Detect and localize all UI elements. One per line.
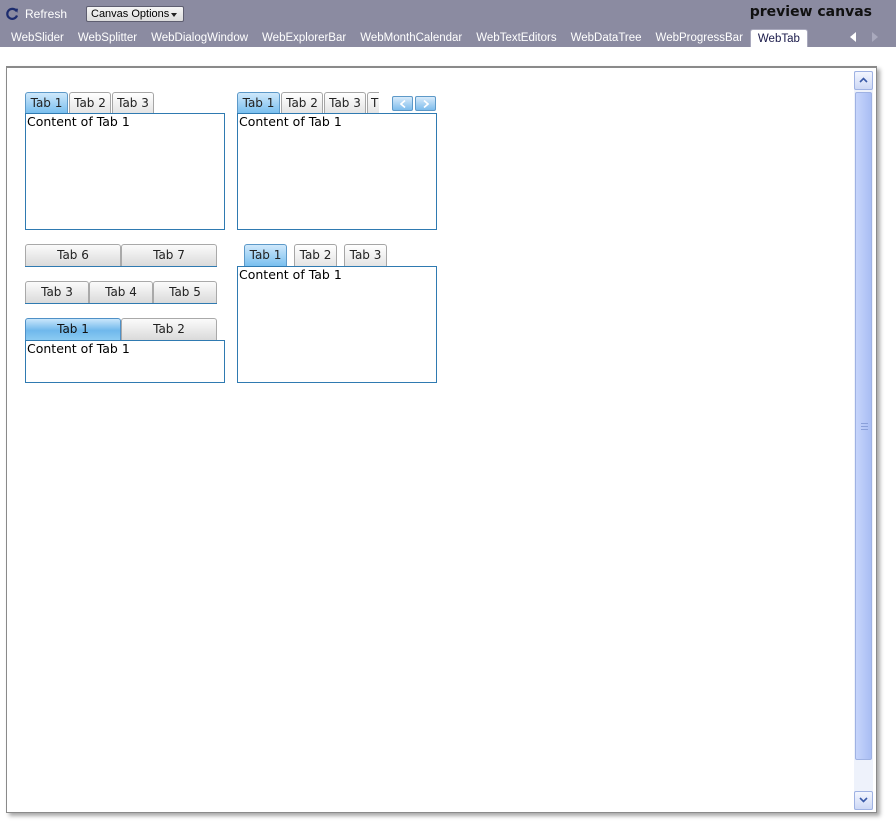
scroll-up-button[interactable] [854, 71, 873, 90]
tab-1[interactable]: Tab 1 [244, 244, 287, 266]
tab-control-multirow: Tab 6 Tab 7 Tab 3 Tab 4 Tab 5 Tab 1 Tab … [25, 244, 226, 384]
tab-scroll-right-button[interactable] [415, 96, 436, 111]
tab-panel: Content of Tab 1 [237, 266, 437, 383]
canvas-options-label: Canvas Options [91, 8, 170, 20]
canvas-options-dropdown[interactable]: Canvas Options [86, 6, 184, 22]
nav-items: WebSlider WebSplitter WebDialogWindow WebEx… [4, 29, 808, 47]
tab-control-spaced: Tab 1 Tab 2 Tab 3 Content of Tab 1 [237, 244, 438, 384]
nav-item-webexplorerbar[interactable]: WebExplorerBar [255, 29, 353, 47]
scroll-thumb[interactable] [855, 92, 872, 760]
nav-item-webtab[interactable]: WebTab [749, 29, 808, 47]
tab-content: Content of Tab 1 [239, 114, 342, 129]
tab-2[interactable]: Tab 2 [69, 92, 111, 113]
nav-item-webdialogwindow[interactable]: WebDialogWindow [144, 29, 255, 47]
tab-2[interactable]: Tab 2 [294, 244, 337, 266]
component-nav: WebSlider WebSplitter WebDialogWindow WebEx… [0, 29, 896, 47]
refresh-button[interactable]: Refresh [5, 5, 67, 23]
tab-4[interactable]: Tab 4 [89, 281, 153, 303]
tab-3[interactable]: Tab 3 [324, 92, 366, 113]
tab-3[interactable]: Tab 3 [344, 244, 387, 266]
nav-item-webtexteditors[interactable]: WebTextEditors [469, 29, 563, 47]
tab-content: Content of Tab 1 [239, 267, 342, 282]
app-window: Refresh Canvas Options preview canvas We… [0, 0, 896, 834]
nav-scroll-left-icon[interactable] [850, 32, 856, 42]
nav-item-webdatatree[interactable]: WebDataTree [564, 29, 649, 47]
tab-scroll-left-button[interactable] [392, 96, 413, 111]
tab-5[interactable]: Tab 5 [153, 281, 217, 303]
tab-1[interactable]: Tab 1 [25, 318, 121, 340]
preview-canvas: Tab 1 Tab 2 Tab 3 Content of Tab 1 Tab 1… [6, 66, 877, 813]
nav-item-webslider[interactable]: WebSlider [4, 29, 71, 47]
tab-panel: Content of Tab 1 [237, 113, 437, 230]
tab-2[interactable]: Tab 2 [281, 92, 323, 113]
tab-scroll-buttons [392, 96, 436, 111]
nav-item-webprogressbar[interactable]: WebProgressBar [649, 29, 750, 47]
tab-panel: Content of Tab 1 [25, 113, 225, 230]
grip-icon [861, 423, 868, 430]
tab-3[interactable]: Tab 3 [25, 281, 89, 303]
tab-panel: Content of Tab 1 [25, 340, 225, 383]
chevron-right-icon [423, 100, 429, 108]
tab-control-scrollable: Tab 1 Tab 2 Tab 3 T Content of Tab 1 [237, 92, 438, 232]
nav-scroll-right-icon[interactable] [872, 32, 878, 42]
scroll-down-button[interactable] [854, 791, 873, 810]
tab-row-divider [25, 266, 217, 267]
nav-item-webmonthcalendar[interactable]: WebMonthCalendar [353, 29, 469, 47]
tab-content: Content of Tab 1 [27, 114, 130, 129]
page-title: preview canvas [749, 4, 872, 20]
tab-7[interactable]: Tab 7 [121, 244, 217, 266]
chevron-down-icon [859, 797, 868, 803]
tab-4-clipped[interactable]: T [367, 92, 379, 113]
nav-item-websplitter[interactable]: WebSplitter [71, 29, 144, 47]
tab-3[interactable]: Tab 3 [112, 92, 154, 113]
tab-content: Content of Tab 1 [27, 341, 130, 356]
chevron-up-icon [859, 77, 868, 83]
tab-1[interactable]: Tab 1 [25, 92, 68, 113]
chevron-left-icon [400, 100, 406, 108]
vertical-scrollbar[interactable] [854, 71, 873, 810]
tab-6[interactable]: Tab 6 [25, 244, 121, 266]
tab-control-basic: Tab 1 Tab 2 Tab 3 Content of Tab 1 [25, 92, 226, 232]
refresh-label: Refresh [25, 7, 68, 21]
tab-row-divider [25, 303, 217, 304]
toolbar: Refresh Canvas Options preview canvas We… [0, 0, 896, 47]
chevron-down-icon [171, 13, 177, 17]
refresh-icon [5, 7, 19, 21]
tab-1[interactable]: Tab 1 [237, 92, 280, 113]
tab-2[interactable]: Tab 2 [121, 318, 217, 340]
